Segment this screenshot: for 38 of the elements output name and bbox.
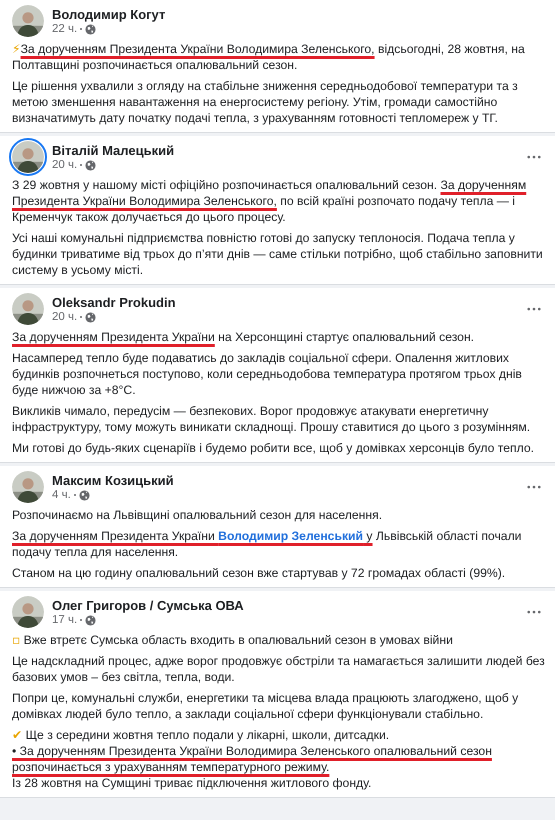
author-name[interactable]: Максим Козицький bbox=[52, 473, 174, 488]
post-time[interactable]: 4 ч. bbox=[52, 489, 71, 501]
more-icon bbox=[527, 485, 541, 489]
post-text: За дорученням Президента України Володимир Зеленський у Львівській області почали подачу тепла для населення. bbox=[12, 528, 522, 560]
author-name[interactable]: Віталій Малецький bbox=[52, 143, 174, 158]
post-text: Насамперед тепло буде подаватись до закладів соціальної сфери. Опалення житлових будинків розпочнеться поступово, коли середньодобова температура протягом трьох днів буде нижчою за +8°C. bbox=[12, 350, 523, 398]
post-time[interactable]: 20 ч. bbox=[52, 311, 78, 323]
profile-link[interactable]: Володимир Зеленський bbox=[218, 529, 364, 543]
post-text: ▫ Вже втретє Сумська область входить в опалювальний сезон в умовах війни bbox=[12, 632, 454, 648]
post-time[interactable]: 20 ч. bbox=[52, 159, 78, 171]
globe-icon bbox=[85, 312, 96, 322]
post-text: Це рішення ухвалили з огляду на стабільне зниження середньодобової температури та з метою зменшення навантаження на енергосистему регіону. Утім, громади самостійно визначатимуть дату початку подачі тепла, з урахуванням готовності тепломереж у ТГ. bbox=[12, 78, 519, 126]
post-text: Ми готові до будь-яких сценаріїв і будемо робити все, щоб у домівках херсонців було тепло. bbox=[12, 440, 536, 456]
post-text: Попри це, комунальні служби, енергетики та місцева влада працюють злагоджено, щоб у домівках людей було тепло, а заклади соціальної сфери функціонували стабільно. bbox=[12, 690, 520, 722]
post-text: ⚡За дорученням Президента України Володимира Зеленського, відсьогодні, 28 жовтня, на Полтавщині розпочинається опалювальний сезон. bbox=[12, 41, 526, 73]
post-text: Станом на цю годину опалювальний сезон вже стартував у 72 громадах області (99%). bbox=[12, 565, 506, 581]
post-time[interactable]: 22 ч. bbox=[52, 23, 78, 35]
post-time[interactable]: 17 ч. bbox=[52, 614, 78, 626]
globe-icon bbox=[85, 614, 96, 626]
post-text: ✔ Ще з середини жовтня тепло подали у лікарні, школи, дитсадки. • За дорученням Президента України Володимира Зеленського опалювальний сезон розпочинається з урахуванням температурного режиму. Із 28 жовтня на Сумщині триває підключення житлового фонду. bbox=[12, 727, 493, 791]
globe-icon bbox=[85, 160, 96, 170]
more-icon bbox=[527, 155, 541, 159]
author-name[interactable]: Oleksandr Prokudin bbox=[52, 295, 176, 310]
author-name[interactable]: Олег Григоров / Сумська ОВА bbox=[52, 598, 244, 613]
globe-icon bbox=[85, 24, 96, 34]
post-text: Усі наші комунальні підприємства повністю готові до запуску теплоносія. Подача тепла у будинки триватиме від трьох до п’яти днів — саме стільки потрібно, щоб стабільно заповнити систему в усьому місті. bbox=[12, 230, 544, 278]
post-text: За дорученням Президента України на Херсонщині стартує опалювальний сезон. bbox=[12, 329, 476, 345]
emoji-icon: ✔ bbox=[12, 728, 22, 742]
author-name[interactable]: Володимир Когут bbox=[52, 7, 166, 22]
more-icon bbox=[527, 610, 541, 614]
post-text: Розпочинаємо на Львівщині опалювальний сезон для населення. bbox=[12, 507, 384, 523]
emoji-icon: ⚡ bbox=[12, 42, 21, 56]
more-icon bbox=[527, 307, 541, 311]
emoji-icon: ▫ bbox=[12, 633, 20, 647]
post-text: З 29 жовтня у нашому місті офіційно розпочинається опалювальний сезон. За дорученням Президента України Володимира Зеленського, по всій країні розпочато подачу тепла — і Кременчук також долучається до цього процесу. bbox=[12, 177, 528, 225]
post-text: Викликів чимало, передусім — безпекових. Ворог продовжує атакувати енергетичну інфраструктуру, тому можуть виникати складнощі. Прошу ставитися до цього з розумінням. bbox=[12, 403, 532, 435]
post-text: Це надскладний процес, адже ворог продовжує обстріли та намагається залишити людей без базових умов – без світла, тепла, води. bbox=[12, 653, 545, 685]
globe-icon bbox=[78, 490, 90, 500]
